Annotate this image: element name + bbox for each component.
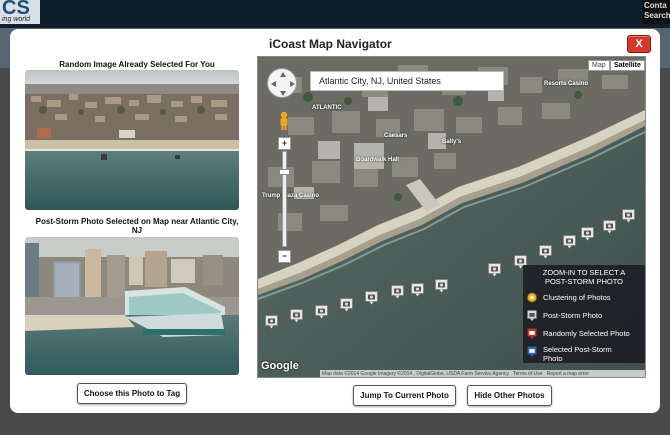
- cluster-icon: [527, 292, 537, 303]
- random-photo-caption: Random Image Already Selected For You: [59, 60, 215, 69]
- post-storm-photo-marker[interactable]: [563, 235, 576, 249]
- report-map-error-link[interactable]: Report a map error: [547, 371, 589, 377]
- map-label-ballys: Bally's: [442, 139, 462, 145]
- legend-item-random: Randomly Selected Photo: [527, 327, 645, 341]
- selected-marker-icon: [527, 346, 537, 357]
- post-storm-photo-marker[interactable]: [340, 298, 353, 312]
- zoom-slider-handle[interactable]: [279, 169, 290, 175]
- map-legend: ZOOM-IN TO SELECT A POST-STORM PHOTO Clu…: [523, 265, 645, 363]
- post-storm-photo-image: [25, 237, 239, 375]
- map-type-map-button[interactable]: Map: [588, 60, 610, 71]
- post-storm-photo-marker[interactable]: [365, 291, 378, 305]
- post-storm-photo-marker[interactable]: [290, 309, 303, 323]
- site-header: [0, 0, 670, 28]
- hide-other-photos-button[interactable]: Hide Other Photos: [467, 385, 552, 406]
- map-type-satellite-button[interactable]: Satellite: [610, 60, 645, 71]
- map-label-resorts: Resorts Casino: [544, 81, 589, 87]
- jump-to-current-photo-button[interactable]: Jump To Current Photo: [353, 385, 456, 406]
- post-storm-photo-caption: Post-Storm Photo Selected on Map near At…: [35, 217, 239, 235]
- map-attribution: Map data ©2014 Google Imagery ©2014 , Di…: [320, 370, 645, 377]
- map-label-boardwalk-hall: Boardwalk Hall: [356, 157, 400, 163]
- random-marker-icon: [527, 328, 537, 339]
- street-view-pegman-icon[interactable]: [277, 111, 291, 131]
- map-view[interactable]: ATLANTIC Resorts Casino Caesars Bally's …: [257, 56, 646, 378]
- pan-control[interactable]: [267, 68, 297, 98]
- post-storm-photo-marker[interactable]: [391, 285, 404, 299]
- close-button[interactable]: X: [627, 35, 651, 53]
- legend-heading: ZOOM-IN TO SELECT A POST-STORM PHOTO: [542, 268, 626, 286]
- terms-of-use-link[interactable]: Terms of Use: [513, 371, 542, 377]
- legend-item-post-storm: Post-Storm Photo: [527, 309, 645, 323]
- choose-photo-to-tag-button[interactable]: Choose this Photo to Tag: [77, 383, 187, 404]
- post-storm-photo-marker[interactable]: [603, 220, 616, 234]
- post-storm-photo-marker[interactable]: [435, 279, 448, 293]
- google-logo: Google: [261, 360, 299, 372]
- site-logo: CS ing world: [0, 0, 40, 24]
- map-search-input[interactable]: Atlantic City, NJ, United States: [310, 71, 504, 91]
- dialog-title: iCoast Map Navigator: [269, 37, 392, 51]
- post-storm-photo-marker[interactable]: [411, 283, 424, 297]
- post-storm-photo-marker[interactable]: [539, 245, 552, 259]
- legend-item-cluster: Clustering of Photos: [527, 291, 645, 305]
- zoom-in-button[interactable]: +: [278, 137, 291, 150]
- post-storm-photo-marker[interactable]: [622, 209, 635, 223]
- post-storm-photo-marker[interactable]: [315, 305, 328, 319]
- map-label-trump-plaza: Trump Plaza Casino: [262, 193, 320, 199]
- contact-link[interactable]: Conta Search: [642, 0, 670, 24]
- post-storm-marker-icon: [527, 310, 537, 321]
- post-storm-photo-marker[interactable]: [581, 227, 594, 241]
- random-photo[interactable]: [25, 70, 239, 210]
- post-storm-photo-marker[interactable]: [265, 315, 278, 329]
- map-label-atlantic: ATLANTIC: [312, 105, 342, 111]
- zoom-out-button[interactable]: −: [278, 250, 291, 263]
- post-storm-photo[interactable]: [25, 237, 239, 375]
- map-navigator-dialog: iCoast Map Navigator X Random Image Alre…: [10, 29, 660, 413]
- map-label-caesars: Caesars: [384, 133, 408, 139]
- random-photo-image: [25, 70, 239, 210]
- zoom-slider[interactable]: [282, 151, 287, 247]
- post-storm-photo-marker[interactable]: [488, 263, 501, 277]
- legend-item-selected: Selected Post-Storm Photo: [527, 345, 645, 363]
- pan-arrows-icon: [271, 72, 295, 96]
